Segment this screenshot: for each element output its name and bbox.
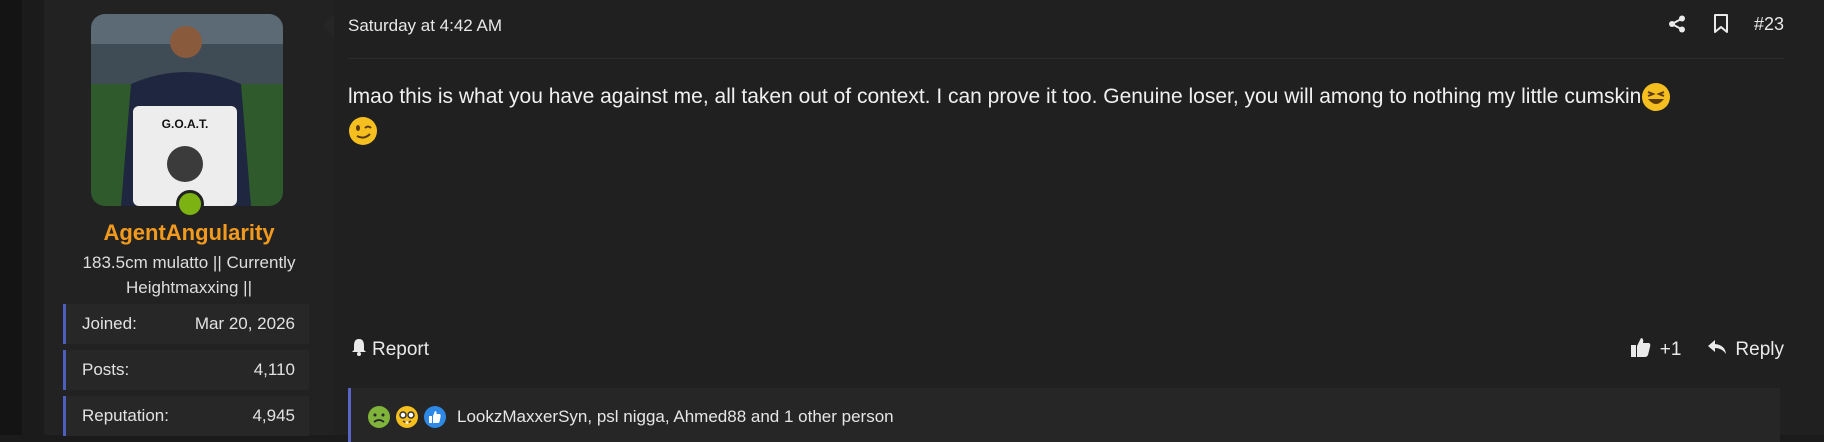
- reaction-icons: [367, 405, 447, 429]
- stat-joined: Joined: Mar 20, 2026: [63, 304, 309, 344]
- message-column: [334, 0, 1824, 435]
- avatar-shirt-text: G.O.A.T.: [162, 117, 209, 131]
- reply-label: Reply: [1735, 339, 1784, 360]
- header-divider: [348, 58, 1784, 59]
- stat-reputation: Reputation: 4,945: [63, 396, 309, 436]
- winking-emoji: [348, 116, 378, 146]
- stat-value[interactable]: 4,110: [254, 360, 295, 380]
- report-button[interactable]: Report: [350, 338, 429, 362]
- reply-button[interactable]: Reply: [1707, 338, 1784, 362]
- like-button[interactable]: +1: [1630, 336, 1682, 364]
- bookmark-icon[interactable]: [1710, 13, 1732, 35]
- like-reaction-icon: [423, 405, 447, 429]
- like-count: +1: [1659, 339, 1682, 360]
- stat-label: Joined:: [82, 314, 137, 333]
- stat-posts: Posts: 4,110: [63, 350, 309, 390]
- post-body-text: lmao this is what you have against me, a…: [348, 85, 1642, 108]
- laughing-squint-emoji: [1641, 82, 1671, 112]
- stat-label: Reputation:: [82, 406, 169, 425]
- report-label: Report: [372, 339, 430, 360]
- reply-icon: [1707, 338, 1727, 362]
- bell-icon: [350, 338, 368, 362]
- message-arrow: [323, 14, 334, 36]
- thumbs-up-icon: [1630, 336, 1652, 364]
- post-timestamp[interactable]: Saturday at 4:42 AM: [348, 16, 502, 36]
- stat-label: Posts:: [82, 360, 130, 379]
- page-gutter: [0, 0, 22, 435]
- username[interactable]: AgentAngularity: [44, 220, 334, 246]
- share-icon[interactable]: [1666, 13, 1688, 35]
- user-title: 183.5cm mulatto || Currently Heightmaxxi…: [82, 253, 296, 297]
- online-status-dot: [176, 190, 204, 218]
- reactions-bar[interactable]: LookzMaxxerSyn, psl nigga, Ahmed88 and 1…: [348, 388, 1780, 442]
- nerd-emoji: [395, 405, 419, 429]
- post-header-actions: #23: [1666, 13, 1784, 35]
- post-body: lmao this is what you have against me, a…: [348, 80, 1788, 148]
- post-number-link[interactable]: #23: [1754, 14, 1784, 35]
- stat-value: Mar 20, 2026: [194, 314, 295, 333]
- reactions-list[interactable]: LookzMaxxerSyn, psl nigga, Ahmed88 and 1…: [457, 405, 894, 429]
- stat-value: 4,945: [252, 406, 295, 425]
- nauseated-emoji: [367, 405, 391, 429]
- avatar[interactable]: G.O.A.T.: [91, 14, 283, 206]
- post-actions: +1 Reply: [1630, 336, 1784, 364]
